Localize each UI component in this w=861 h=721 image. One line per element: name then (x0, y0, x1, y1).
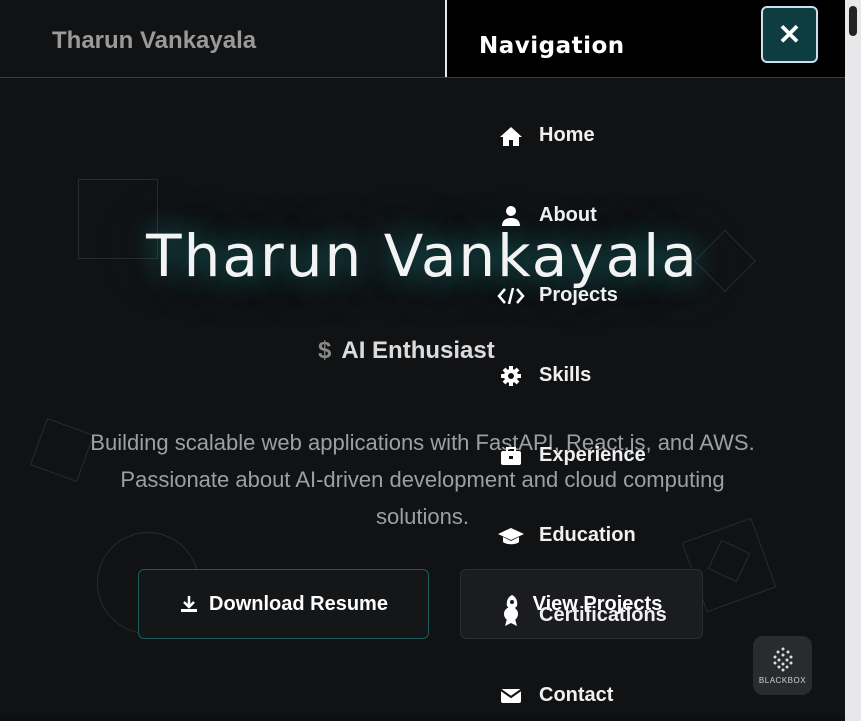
nav-item-label: About (539, 204, 597, 226)
description-line: Passionate about AI-driven development a… (120, 467, 725, 492)
role-line: $ AI Enthusiast (318, 337, 495, 365)
nav-item-certifications[interactable]: Certifications (497, 604, 667, 627)
graduation-cap-icon (497, 526, 525, 546)
nav-item-about[interactable]: About (497, 204, 597, 227)
nav-item-projects[interactable]: Projects (497, 284, 618, 307)
code-icon (497, 286, 525, 306)
nav-item-label: Skills (539, 364, 592, 386)
hero-description: Building scalable web applications with … (40, 424, 805, 535)
nav-item-label: Contact (539, 684, 614, 706)
download-resume-button[interactable]: Download Resume (138, 569, 429, 639)
nav-item-label: Experience (539, 444, 646, 466)
dollar-icon: $ (318, 337, 332, 364)
nav-item-label: Projects (539, 284, 618, 306)
blackbox-label: BLACKBOX (758, 676, 807, 685)
nav-item-label: Education (539, 524, 636, 546)
download-icon (181, 596, 198, 612)
user-icon (497, 205, 525, 227)
description-line: Building scalable web applications with … (90, 430, 755, 455)
scrollbar[interactable] (845, 0, 861, 721)
blackbox-widget[interactable]: BLACKBOX (753, 636, 812, 695)
nav-item-experience[interactable]: Experience (497, 444, 646, 467)
download-resume-label: Download Resume (209, 592, 388, 615)
nav-item-contact[interactable]: Contact (497, 684, 613, 707)
nav-item-skills[interactable]: Skills (497, 364, 591, 387)
certificate-icon (497, 605, 525, 627)
nav-item-education[interactable]: Education (497, 524, 636, 547)
brand-name[interactable]: Tharun Vankayala (52, 27, 256, 55)
close-icon: ✕ (777, 19, 802, 50)
role-text: AI Enthusiast (341, 337, 495, 364)
gear-icon (497, 365, 525, 387)
nav-title: Navigation (479, 33, 625, 59)
hero-title: Tharun Vankayala (146, 222, 699, 290)
nav-item-label: Certifications (539, 604, 667, 626)
close-button[interactable]: ✕ (761, 6, 818, 63)
blackbox-logo-icon (773, 647, 792, 672)
home-icon (497, 125, 525, 147)
envelope-icon (497, 688, 525, 704)
scrollbar-thumb[interactable] (849, 6, 857, 36)
page: Tharun Vankayala Tharun Vankayala $ AI En… (0, 0, 845, 715)
description-line: solutions. (376, 504, 469, 529)
nav-item-home[interactable]: Home (497, 124, 595, 147)
nav-item-label: Home (539, 124, 595, 146)
briefcase-icon (497, 446, 525, 466)
